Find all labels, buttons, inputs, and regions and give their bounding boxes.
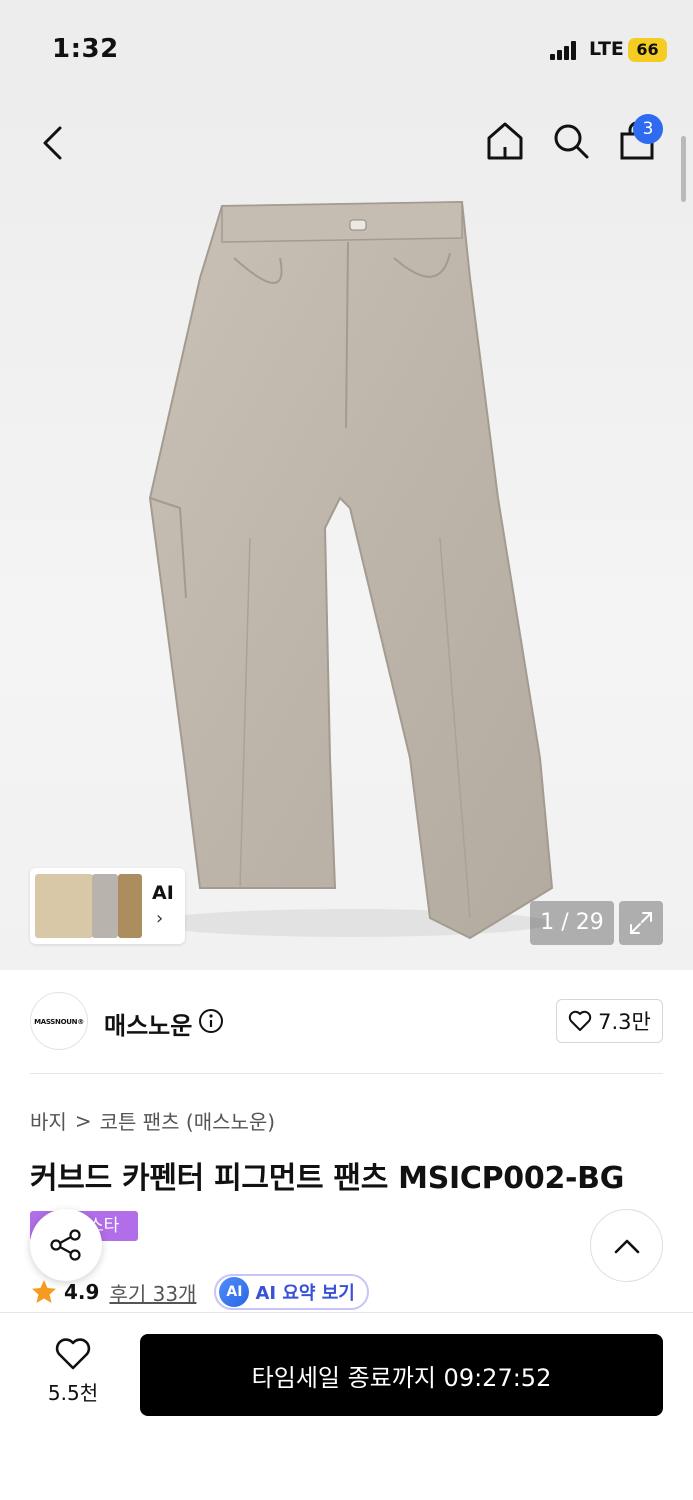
heart-icon (55, 1338, 91, 1370)
ai-summary-label: AI 요약 보기 (255, 1283, 355, 1304)
reviews-link[interactable]: 후기 33개 (109, 1278, 196, 1307)
rating-row: 4.9 후기 33개 AI AI 요약 보기 (30, 1274, 369, 1310)
network-label: LTE (589, 38, 624, 60)
scroll-top-button[interactable] (590, 1209, 663, 1282)
thumbnail-image (35, 874, 93, 938)
breadcrumb-category[interactable]: 바지 (30, 1106, 67, 1135)
rating-score: 4.9 (64, 1280, 100, 1304)
expand-icon (630, 912, 652, 934)
share-button[interactable] (30, 1209, 102, 1281)
chevron-right-icon: › (156, 908, 164, 929)
search-button[interactable] (548, 118, 594, 164)
image-counter: 1 / 29 (530, 901, 614, 945)
bottom-action-bar: 5.5천 타임세일 종료까지 09:27:52 (0, 1312, 693, 1500)
time-sale-button[interactable]: 타임세일 종료까지 09:27:52 (140, 1334, 663, 1416)
expand-button[interactable] (619, 901, 663, 945)
star-icon (32, 1280, 56, 1303)
product-image (148, 200, 554, 940)
breadcrumb-separator: > (74, 1108, 92, 1133)
thumbnail-image (118, 874, 142, 938)
breadcrumb: 바지 > 코튼 팬츠 (매스노운) (30, 1106, 275, 1135)
status-bar: 1:32 LTE 66 (0, 0, 693, 100)
brand-like-count: 7.3만 (598, 1010, 651, 1034)
heart-icon (568, 1010, 592, 1031)
ai-label: AI (152, 882, 174, 904)
chevron-left-icon (43, 126, 62, 160)
ai-icon: AI (219, 1277, 250, 1307)
brand-logo[interactable]: MASSNOUN® (30, 992, 88, 1050)
like-count: 5.5천 (47, 1381, 99, 1405)
like-button[interactable]: 5.5천 (40, 1337, 106, 1409)
chevron-up-icon (614, 1239, 639, 1253)
home-icon (487, 122, 523, 160)
product-gallery[interactable]: 3 AI › 1 / 29 (0, 100, 693, 970)
brand-name[interactable]: 매스노운 (104, 1006, 192, 1041)
breadcrumb-subcategory[interactable]: 코튼 팬츠 (매스노운) (100, 1106, 276, 1135)
divider (30, 1073, 663, 1074)
home-button[interactable] (482, 118, 528, 164)
product-title: 커브드 카펜터 피그먼트 팬츠 MSICP002-BG (30, 1161, 625, 1196)
status-time: 1:32 (52, 34, 119, 64)
brand-like-button[interactable]: 7.3만 (556, 999, 663, 1043)
ai-summary-button[interactable]: AI AI 요약 보기 (214, 1274, 369, 1310)
search-icon (554, 124, 589, 159)
ai-styling-thumbnail[interactable]: AI › (30, 868, 185, 944)
battery-icon: 66 (628, 38, 667, 62)
scrollbar[interactable] (681, 136, 686, 202)
cart-count-badge: 3 (633, 114, 663, 144)
back-button[interactable] (30, 120, 76, 166)
share-icon (50, 1229, 81, 1261)
info-icon[interactable] (198, 1008, 224, 1034)
signal-icon (550, 40, 582, 60)
thumbnail-image (92, 874, 118, 938)
